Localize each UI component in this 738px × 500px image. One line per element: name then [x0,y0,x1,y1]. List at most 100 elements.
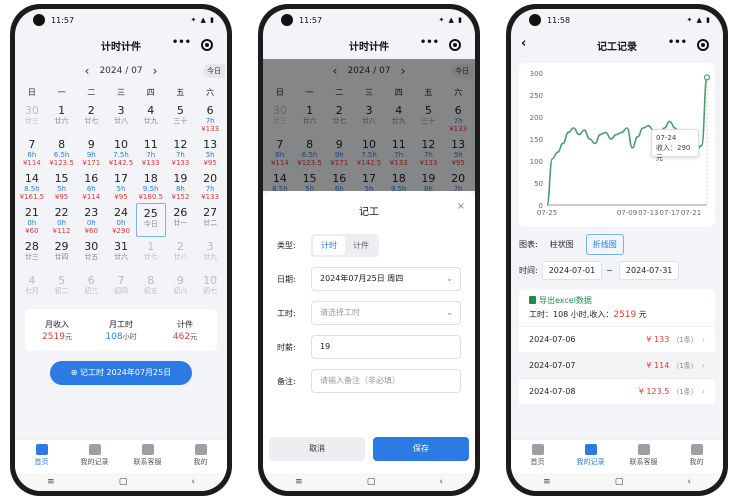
camera-icon [281,14,293,26]
export-excel-link[interactable]: 导出excel数据 [529,295,705,306]
calendar-day[interactable]: 6 7h ¥133 [195,101,225,135]
today-button[interactable]: 今日 [203,64,225,78]
calendar-day[interactable]: 29 廿四 [47,237,77,271]
record-row[interactable]: 2024-07-06 ¥ 133 （1条） › [519,326,715,352]
day-number: 30 [24,104,39,117]
capsule-close-icon[interactable] [697,39,709,51]
calendar-day[interactable]: 22 0h ¥112 [47,203,77,237]
date-picker[interactable]: 2024年07月25日 周四 ⌄ [311,267,461,291]
calendar-day[interactable]: 6 初三 [76,271,106,305]
record-row[interactable]: 2024-07-08 ¥ 123.5 （1条） › [519,378,715,404]
calendar-day[interactable]: 13 5h ¥95 [195,135,225,169]
day-number: 24 [113,206,128,219]
more-icon[interactable]: ••• [420,37,439,48]
calendar-day[interactable]: 25 今日 [135,203,166,237]
calendar-day[interactable]: 26 廿一 [166,203,196,237]
date-to-input[interactable]: 2024-07-31 [618,260,680,280]
calendar-day[interactable]: 3 廿九 [195,237,225,271]
menu-icon[interactable]: ≡ [295,477,303,487]
capsule-close-icon[interactable] [449,39,461,51]
type-option-hourly[interactable]: 计时 [313,235,345,255]
calendar-day[interactable]: 2 廿七 [76,101,106,135]
save-button[interactable]: 保存 [373,437,469,461]
calendar-day[interactable]: 31 廿六 [106,237,136,271]
tab-service[interactable]: 联系客服 [617,440,670,473]
hours-picker[interactable]: 请选择工时 ⌄ [311,301,461,325]
calendar-day[interactable]: 12 7h ¥133 [166,135,196,169]
tab-home[interactable]: 首页 [15,440,68,473]
back-arrow-icon[interactable]: ‹ [191,477,195,487]
tab-user[interactable]: 我的 [670,440,723,473]
tab-user[interactable]: 我的 [174,440,227,473]
summary-label: 月工时 [109,319,133,329]
home-square-icon[interactable]: ▢ [119,477,128,487]
tab-home[interactable]: 首页 [511,440,564,473]
wage-row: 时薪: 19 [277,330,461,364]
calendar-day[interactable]: 23 0h ¥60 [76,203,106,237]
more-icon[interactable]: ••• [668,37,687,48]
line-chart-option[interactable]: 折线图 [585,233,624,255]
calendar-day[interactable]: 9 9h ¥171 [76,135,106,169]
calendar-day[interactable]: 17 5h ¥95 [106,169,136,203]
calendar-day[interactable]: 2 廿八 [166,237,196,271]
tab-list[interactable]: 我的记录 [564,440,617,473]
calendar-day[interactable]: 30 廿三 [17,101,47,135]
calendar-day[interactable]: 7 初四 [106,271,136,305]
calendar-day[interactable]: 27 廿二 [195,203,225,237]
calendar-day[interactable]: 20 7h ¥133 [195,169,225,203]
back-arrow-icon[interactable]: ‹ [687,477,691,487]
calendar-day[interactable]: 3 廿八 [106,101,136,135]
calendar-day[interactable]: 5 三十 [166,101,196,135]
calendar-grid: 30 廿三 1 廿六 2 廿七 3 廿八 4 廿九 5 三十 6 7h ¥133 7 6h ¥114 8 6.5h ¥1… [15,101,227,305]
type-option-piece[interactable]: 计件 [345,236,377,255]
wage-input[interactable]: 19 [311,335,461,359]
back-arrow-icon[interactable]: ‹ [439,477,443,487]
record-row[interactable]: 2024-07-07 ¥ 114 （1条） › [519,352,715,378]
bar-chart-option[interactable]: 柱状图 [543,234,580,254]
income-chart-card: 0 50 100 150 200 250 300 07-25 07-09 07-13 07-17 07… [519,63,715,227]
next-month-icon[interactable]: › [153,64,158,78]
calendar-day[interactable]: 4 廿九 [136,101,166,135]
capsule-close-icon[interactable] [201,39,213,51]
calendar-day[interactable]: 1 廿七 [136,237,166,271]
calendar-day[interactable]: 10 7.5h ¥142.5 [106,135,136,169]
calendar-day[interactable]: 8 初五 [136,271,166,305]
calendar-day[interactable]: 21 0h ¥60 [17,203,47,237]
calendar-day[interactable]: 4 七月 [17,271,47,305]
menu-icon[interactable]: ≡ [543,477,551,487]
date-from-input[interactable]: 2024-07-01 [541,260,603,280]
tab-service[interactable]: 联系客服 [121,440,174,473]
calendar-day[interactable]: 15 5h ¥95 [47,169,77,203]
home-square-icon[interactable]: ▢ [615,477,624,487]
chevron-right-icon: › [701,361,705,370]
home-square-icon[interactable]: ▢ [367,477,376,487]
calendar-day[interactable]: 18 9.5h ¥180.5 [136,169,166,203]
status-time: 11:58 [547,15,571,25]
close-icon[interactable]: × [457,201,465,212]
calendar-day[interactable]: 5 初二 [47,271,77,305]
calendar-day[interactable]: 9 初六 [166,271,196,305]
modal-overlay[interactable] [263,59,475,191]
calendar-day[interactable]: 24 0h ¥290 [106,203,136,237]
menu-icon[interactable]: ≡ [47,477,55,487]
cancel-button[interactable]: 取消 [269,437,365,461]
calendar-day[interactable]: 30 廿五 [76,237,106,271]
more-icon[interactable]: ••• [172,37,191,48]
calendar-day[interactable]: 28 廿三 [17,237,47,271]
day-income: ¥112 [52,227,71,235]
calendar-day[interactable]: 10 初七 [195,271,225,305]
record-hours-button[interactable]: ⊕ 记工时 2024年07月25日 [50,361,192,385]
weekday-label: 二 [87,87,96,97]
calendar-day[interactable]: 1 廿六 [47,101,77,135]
calendar-day[interactable]: 11 7h ¥133 [136,135,166,169]
back-icon[interactable]: ‹ [521,36,526,51]
prev-month-icon[interactable]: ‹ [85,64,90,78]
calendar-day[interactable]: 14 8.5h ¥161.5 [17,169,47,203]
day-number: 1 [58,104,66,117]
tab-list[interactable]: 我的记录 [68,440,121,473]
calendar-day[interactable]: 19 8h ¥152 [166,169,196,203]
calendar-day[interactable]: 7 6h ¥114 [17,135,47,169]
calendar-day[interactable]: 8 6.5h ¥123.5 [47,135,77,169]
calendar-day[interactable]: 16 6h ¥114 [76,169,106,203]
note-input[interactable]: 请输入备注（非必填） [311,369,461,393]
